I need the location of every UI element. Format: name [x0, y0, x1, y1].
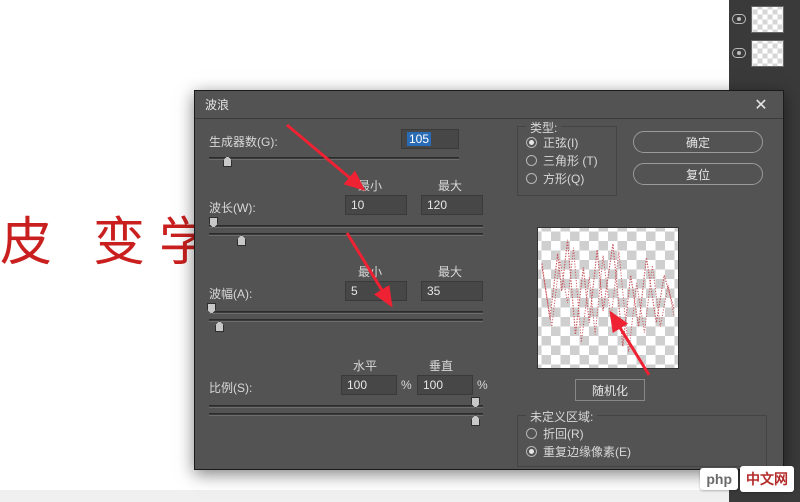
watermark-right: 中文网	[740, 466, 794, 492]
radio-icon	[526, 137, 537, 148]
undefined-area-group: 未定义区域: 折回(R) 重复边缘像素(E)	[517, 415, 767, 467]
wavelength-min-field[interactable]: 10	[345, 195, 407, 215]
scale-horiz-field[interactable]: 100	[341, 375, 397, 395]
slider-thumb-max[interactable]	[237, 235, 246, 246]
layer-thumbnail[interactable]	[751, 6, 784, 33]
amplitude-label: 波幅(A):	[209, 285, 252, 302]
slider-thumb-max[interactable]	[215, 321, 224, 332]
amplitude-max-field[interactable]: 35	[421, 281, 483, 301]
undefined-area-legend: 未定义区域:	[526, 408, 597, 425]
undefined-wrap[interactable]: 折回(R)	[526, 424, 766, 442]
wavelength-max-field[interactable]: 120	[421, 195, 483, 215]
annotation-arrow-icon	[291, 227, 411, 317]
amplitude-min-label: 最小	[358, 263, 382, 280]
type-legend: 类型:	[526, 119, 561, 136]
amplitude-min-field[interactable]: 5	[345, 281, 407, 301]
dialog-title: 波浪	[205, 96, 229, 113]
generators-label: 生成器数(G):	[209, 133, 278, 150]
type-triangle[interactable]: 三角形 (T)	[526, 151, 608, 169]
scale-label: 比例(S):	[209, 379, 252, 396]
wave-preview-graphic	[538, 228, 678, 368]
canvas-red-text: 皮 变学	[0, 200, 225, 275]
slider-thumb[interactable]	[223, 156, 232, 167]
type-group: 类型: 正弦(I) 三角形 (T) 方形(Q)	[517, 126, 617, 196]
wave-preview	[537, 227, 679, 369]
generators-field[interactable]: 105	[401, 129, 459, 149]
randomize-button[interactable]: 随机化	[575, 379, 645, 401]
percent-sign: %	[477, 378, 488, 392]
scale-slider[interactable]	[209, 405, 483, 418]
generators-slider[interactable]	[209, 157, 459, 160]
radio-icon	[526, 155, 537, 166]
watermark: php 中文网	[700, 466, 794, 492]
undefined-repeat-edge[interactable]: 重复边缘像素(E)	[526, 442, 766, 460]
wave-dialog: 波浪 ✕ 生成器数(G): 105 最小 最大 波长(W): 10 120 最小…	[194, 90, 784, 470]
radio-icon	[526, 173, 537, 184]
wavelength-label: 波长(W):	[209, 199, 256, 216]
type-square[interactable]: 方形(Q)	[526, 169, 608, 187]
watermark-left: php	[700, 468, 738, 490]
wavelength-slider[interactable]	[209, 225, 483, 238]
wavelength-min-label: 最小	[358, 177, 382, 194]
reset-button[interactable]: 复位	[633, 163, 763, 185]
wavelength-max-label: 最大	[438, 177, 462, 194]
slider-thumb-vert[interactable]	[471, 415, 480, 426]
amplitude-slider[interactable]	[209, 311, 483, 324]
amplitude-max-label: 最大	[438, 263, 462, 280]
layer-thumbnail[interactable]	[751, 40, 784, 67]
ok-button[interactable]: 确定	[633, 131, 763, 153]
dialog-titlebar[interactable]: 波浪 ✕	[195, 91, 783, 119]
scale-vert-field[interactable]: 100	[417, 375, 473, 395]
visibility-eye-icon[interactable]	[732, 14, 746, 24]
percent-sign: %	[401, 378, 412, 392]
visibility-eye-icon[interactable]	[732, 48, 746, 58]
close-button[interactable]: ✕	[739, 91, 783, 119]
generators-value: 105	[407, 132, 431, 146]
radio-icon	[526, 446, 537, 457]
scale-horiz-label: 水平	[353, 357, 377, 374]
radio-icon	[526, 428, 537, 439]
scale-vert-label: 垂直	[429, 357, 453, 374]
